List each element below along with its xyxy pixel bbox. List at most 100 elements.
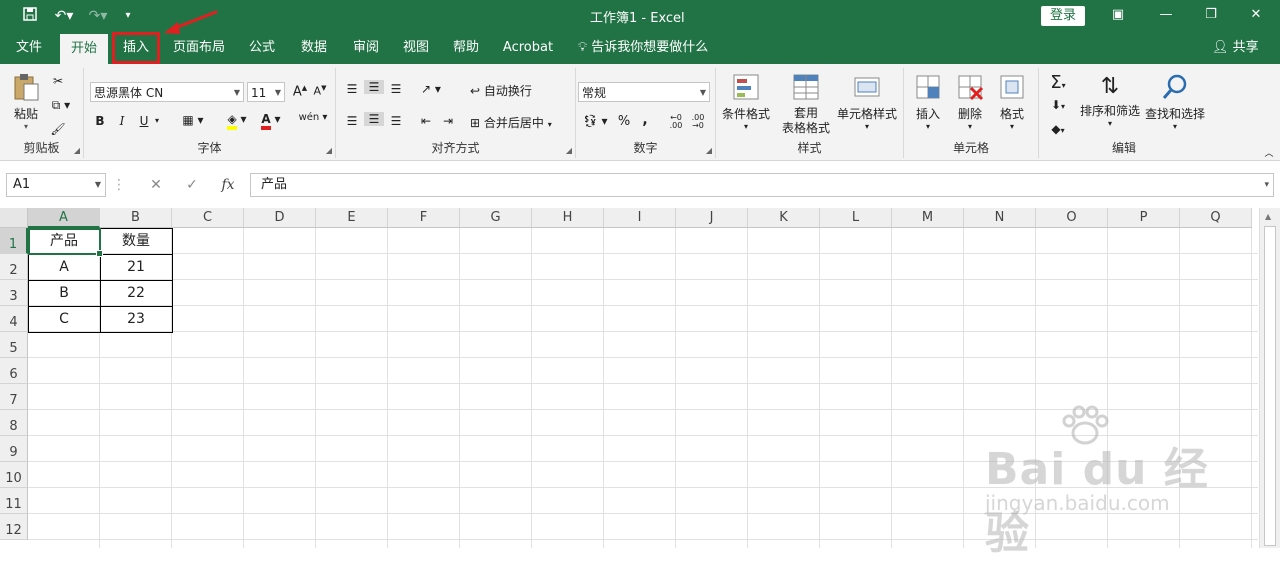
tab-home[interactable]: 开始 — [60, 34, 108, 64]
number-format-select[interactable]: 常规 ▼ — [578, 82, 710, 102]
tab-review[interactable]: 审阅 — [344, 32, 388, 64]
fill-icon[interactable]: ⬇︎▾ — [1043, 98, 1073, 112]
cell-styles-button[interactable]: 单元格样式 ▾ — [834, 72, 900, 131]
increase-indent-icon[interactable]: ⇥ — [438, 114, 458, 128]
font-color-icon[interactable]: A ▾ — [256, 112, 286, 130]
italic-button[interactable]: I — [114, 114, 130, 128]
redo-icon[interactable]: ↷▾ — [84, 6, 112, 26]
comma-style-button[interactable]: , — [638, 112, 652, 128]
scroll-up-icon[interactable]: ▲ — [1265, 212, 1271, 221]
decrease-font-icon[interactable]: A▼ — [310, 84, 330, 98]
sort-filter-button[interactable]: ⇅ 排序和筛选 ▾ — [1077, 72, 1143, 128]
align-top-icon[interactable]: ☰ — [342, 82, 362, 96]
format-painter-icon[interactable]: 🖌︎ — [48, 122, 68, 136]
underline-dropdown-icon[interactable]: ▾ — [152, 116, 162, 125]
row-header-10[interactable]: 10 — [0, 462, 28, 488]
merge-center-button[interactable]: ⊞ 合并后居中 ▾ — [470, 114, 570, 131]
confirm-entry-icon[interactable]: ✓ — [178, 174, 206, 196]
row-header-9[interactable]: 9 — [0, 436, 28, 462]
percent-button[interactable]: % — [616, 114, 632, 129]
cell-a4[interactable]: C — [28, 306, 100, 332]
row-header-11[interactable]: 11 — [0, 488, 28, 514]
font-size-select[interactable]: 11 ▼ — [247, 82, 285, 102]
tab-formulas[interactable]: 公式 — [240, 32, 284, 64]
autosum-icon[interactable]: Σ▾ — [1043, 72, 1073, 93]
column-header-f[interactable]: F — [388, 208, 460, 228]
column-header-d[interactable]: D — [244, 208, 316, 228]
column-header-h[interactable]: H — [532, 208, 604, 228]
decrease-decimal-icon[interactable]: .00 →0 — [688, 114, 708, 130]
increase-decimal-icon[interactable]: ←0.00 — [666, 114, 686, 130]
clear-icon[interactable]: ◆▾ — [1043, 122, 1073, 136]
column-header-o[interactable]: O — [1036, 208, 1108, 228]
fill-handle[interactable] — [96, 250, 103, 257]
close-icon[interactable]: ✕ — [1244, 4, 1268, 26]
maximize-icon[interactable]: ❐ — [1199, 4, 1223, 26]
customize-qat-icon[interactable]: ▾ — [120, 6, 136, 26]
tab-acrobat[interactable]: Acrobat — [498, 32, 558, 64]
format-cells-button[interactable]: 格式 ▾ — [992, 72, 1032, 131]
formula-bar-splitter-icon[interactable]: ⋮ — [112, 174, 126, 196]
cell-b3[interactable]: 22 — [100, 280, 172, 306]
row-header-1[interactable]: 1 — [0, 228, 28, 254]
cell-b4[interactable]: 23 — [100, 306, 172, 332]
font-launcher-icon[interactable]: ◢ — [326, 146, 332, 155]
column-header-j[interactable]: J — [676, 208, 748, 228]
tell-me-search[interactable]: 💡︎ 告诉我你想要做什么 — [578, 32, 708, 64]
tab-help[interactable]: 帮助 — [444, 32, 488, 64]
insert-cells-button[interactable]: 插入 ▾ — [908, 72, 948, 131]
vertical-scrollbar[interactable]: ▲ — [1259, 208, 1280, 548]
column-header-n[interactable]: N — [964, 208, 1036, 228]
tab-data[interactable]: 数据 — [292, 32, 336, 64]
insert-function-button[interactable]: fx — [214, 174, 242, 196]
alignment-launcher-icon[interactable]: ◢ — [566, 146, 572, 155]
delete-cells-button[interactable]: 删除 ▾ — [950, 72, 990, 131]
cell-a2[interactable]: A — [28, 254, 100, 280]
bold-button[interactable]: B — [92, 114, 108, 128]
align-right-icon[interactable]: ☰ — [386, 114, 406, 128]
cell-b2[interactable]: 21 — [100, 254, 172, 280]
conditional-formatting-button[interactable]: 条件格式 ▾ — [718, 72, 774, 131]
collapse-ribbon-icon[interactable]: ︿ — [1262, 146, 1276, 159]
column-header-c[interactable]: C — [172, 208, 244, 228]
row-header-5[interactable]: 5 — [0, 332, 28, 358]
column-header-i[interactable]: I — [604, 208, 676, 228]
column-header-e[interactable]: E — [316, 208, 388, 228]
clipboard-launcher-icon[interactable]: ◢ — [74, 146, 80, 155]
expand-formula-bar-icon[interactable]: ▾ — [1264, 174, 1269, 196]
column-header-k[interactable]: K — [748, 208, 820, 228]
share-button[interactable]: 👤︎ 共享 — [1212, 32, 1259, 64]
row-header-2[interactable]: 2 — [0, 254, 28, 280]
align-bottom-icon[interactable]: ☰ — [386, 82, 406, 96]
fill-color-icon[interactable]: ◈ ▾ — [222, 112, 252, 130]
save-icon[interactable] — [20, 6, 40, 26]
cut-icon[interactable]: ✂ — [48, 74, 68, 88]
login-button[interactable]: 登录 — [1041, 6, 1085, 26]
scrollbar-thumb[interactable] — [1264, 226, 1276, 546]
row-header-4[interactable]: 4 — [0, 306, 28, 332]
cell-b1[interactable]: 数量 — [100, 228, 172, 254]
formula-input[interactable]: 产品 ▾ — [250, 173, 1274, 197]
underline-button[interactable]: U — [136, 114, 152, 128]
row-header-7[interactable]: 7 — [0, 384, 28, 410]
undo-icon[interactable]: ↶▾ — [50, 6, 78, 26]
tab-insert[interactable]: 插入 — [112, 32, 160, 64]
column-header-g[interactable]: G — [460, 208, 532, 228]
row-header-6[interactable]: 6 — [0, 358, 28, 384]
cell-a3[interactable]: B — [28, 280, 100, 306]
paste-button[interactable]: 粘贴 ▾ — [8, 72, 44, 131]
align-middle-icon[interactable]: ☰ — [364, 80, 384, 94]
row-header-3[interactable]: 3 — [0, 280, 28, 306]
borders-icon[interactable]: ▦ ▾ — [178, 113, 208, 127]
copy-icon[interactable]: ⧉ ▾ — [46, 98, 76, 113]
column-header-a[interactable]: A — [28, 208, 100, 228]
font-name-select[interactable]: 思源黑体 CN ▼ — [90, 82, 244, 102]
row-header-8[interactable]: 8 — [0, 410, 28, 436]
tab-file[interactable]: 文件 — [8, 32, 50, 64]
phonetic-guide-icon[interactable]: wén ▾ — [298, 112, 328, 123]
decrease-indent-icon[interactable]: ⇤ — [416, 114, 436, 128]
cancel-entry-icon[interactable]: ✕ — [142, 174, 170, 196]
number-launcher-icon[interactable]: ◢ — [706, 146, 712, 155]
align-left-icon[interactable]: ☰ — [342, 114, 362, 128]
name-box[interactable]: A1 ▼ — [6, 173, 106, 197]
